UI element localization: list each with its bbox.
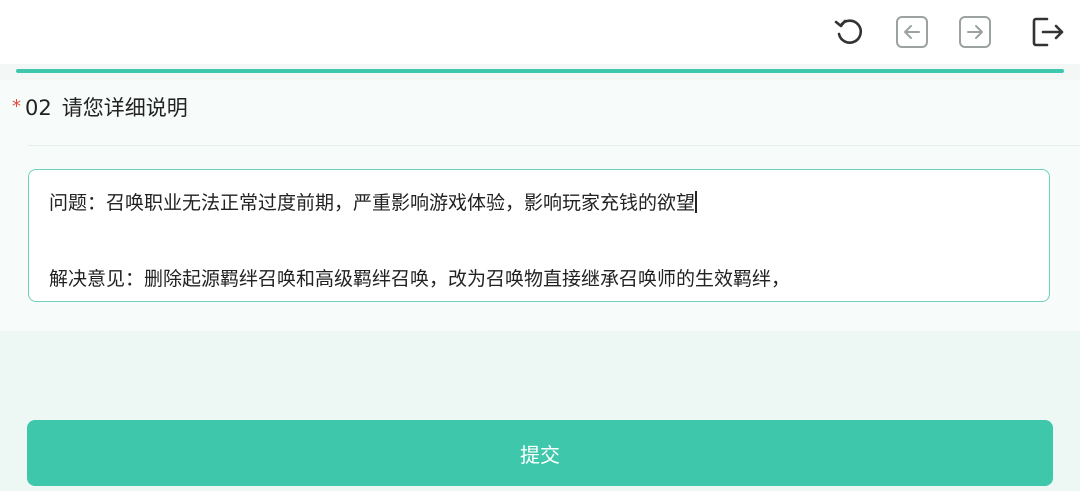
- answer-line-problem-text: 问题：召唤职业无法正常过度前期，严重影响游戏体验，影响玩家充钱的欲望: [49, 192, 696, 214]
- answer-textarea[interactable]: 问题：召唤职业无法正常过度前期，严重影响游戏体验，影响玩家充钱的欲望解决意见：删…: [28, 169, 1050, 302]
- progress-area: [0, 64, 1080, 80]
- answer-line-blank: [49, 222, 1029, 260]
- forward-arrow-icon[interactable]: [957, 14, 993, 50]
- divider: [28, 145, 1080, 146]
- submit-button[interactable]: 提交: [27, 420, 1053, 486]
- question-title: * 02 请您详细说明: [12, 92, 188, 122]
- text-cursor: [695, 191, 697, 213]
- required-marker: *: [12, 96, 21, 117]
- progress-bar: [16, 69, 1064, 73]
- exit-icon[interactable]: [1029, 14, 1065, 50]
- refresh-icon[interactable]: [831, 14, 867, 50]
- question-card: * 02 请您详细说明 问题：召唤职业无法正常过度前期，严重影响游戏体验，影响玩家充…: [0, 80, 1080, 331]
- question-number: 02: [25, 96, 52, 120]
- answer-line-solution: 解决意见：删除起源羁绊召唤和高级羁绊召唤，改为召唤物直接继承召唤师的生效羁绊，: [49, 268, 791, 290]
- top-toolbar: [0, 0, 1080, 65]
- question-text: 请您详细说明: [61, 96, 188, 120]
- back-arrow-icon[interactable]: [894, 14, 930, 50]
- progress-bar-fill: [16, 69, 1064, 73]
- answer-line-problem: 问题：召唤职业无法正常过度前期，严重影响游戏体验，影响玩家充钱的欲望: [49, 184, 1029, 222]
